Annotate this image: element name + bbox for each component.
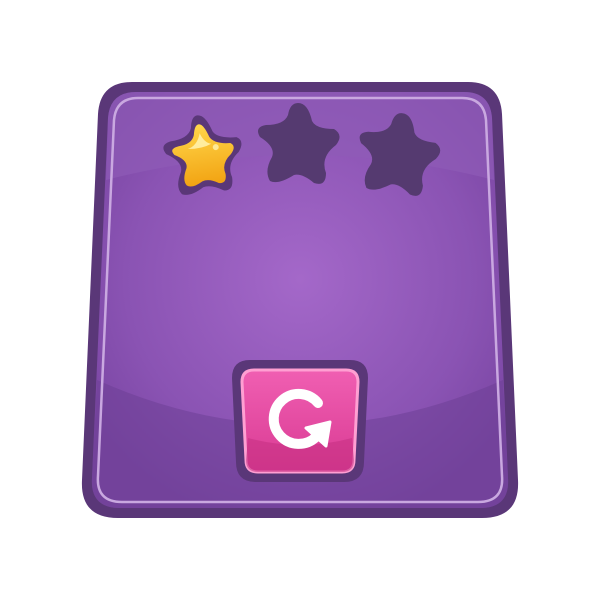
replay-button[interactable] <box>232 360 368 482</box>
level-result-panel <box>81 82 519 518</box>
level-complete-scene <box>0 0 600 600</box>
